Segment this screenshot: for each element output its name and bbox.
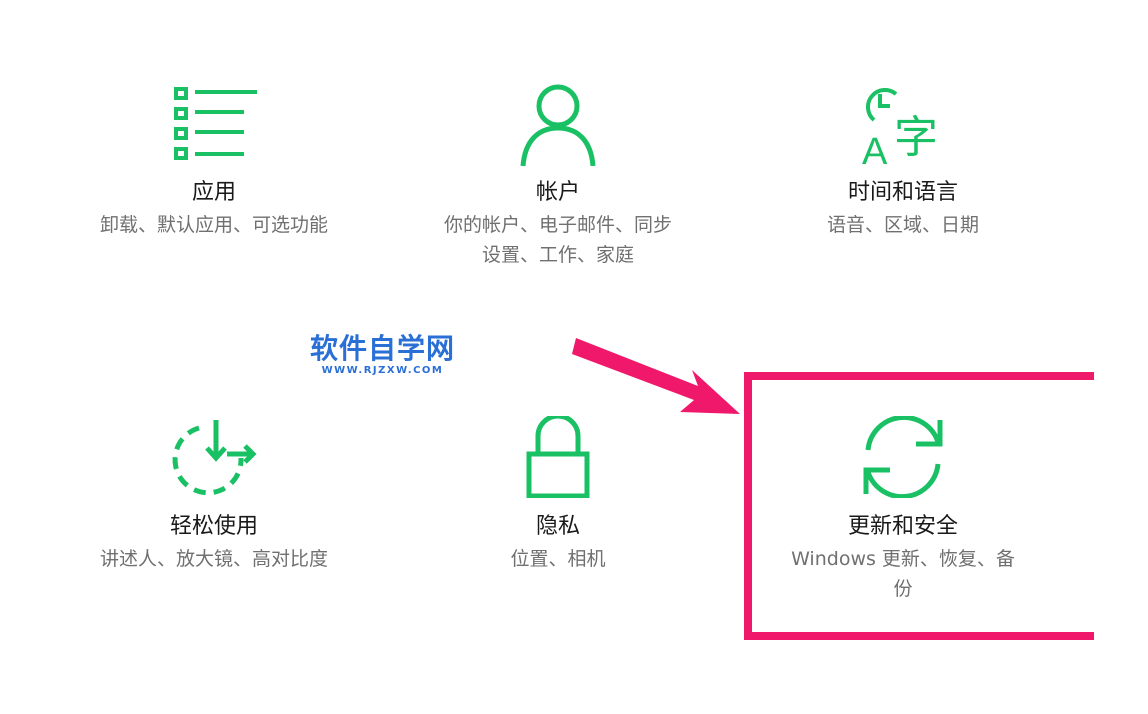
highlight-box <box>744 372 1094 640</box>
settings-tile-apps[interactable]: 应用 卸载、默认应用、可选功能 <box>44 84 384 240</box>
watermark-name: 软件自学网 <box>310 332 456 365</box>
apps-list-icon <box>174 87 257 160</box>
tile-description: 语音、区域、日期 <box>826 214 979 236</box>
tile-title: 时间和语言 <box>847 180 958 205</box>
tile-title: 帐户 <box>535 180 580 205</box>
time-language-icon: A 字 <box>862 88 938 166</box>
pointer-arrow-icon <box>572 338 740 414</box>
tile-description: 讲述人、放大镜、高对比度 <box>99 548 328 570</box>
ease-of-access-icon <box>172 420 257 496</box>
tile-title: 隐私 <box>535 514 580 539</box>
svg-text:字: 字 <box>894 112 938 163</box>
tile-title: 应用 <box>191 180 236 205</box>
tile-description: 你的帐户、电子邮件、同步 <box>443 214 672 236</box>
lock-icon <box>526 416 590 498</box>
tile-title: 轻松使用 <box>169 514 258 539</box>
watermark: 软件自学网 WWW.RJZXW.COM <box>310 333 455 377</box>
tile-description-line2: 设置、工作、家庭 <box>481 244 634 266</box>
settings-tile-accounts[interactable]: 帐户 你的帐户、电子邮件、同步 设置、工作、家庭 <box>388 84 728 270</box>
tile-description: 卸载、默认应用、可选功能 <box>99 214 328 236</box>
svg-text:A: A <box>862 131 888 166</box>
tile-description: 位置、相机 <box>510 548 606 570</box>
person-icon <box>520 84 596 166</box>
settings-tile-privacy[interactable]: 隐私 位置、相机 <box>388 416 728 574</box>
settings-tile-time-language[interactable]: A 字 时间和语言 语音、区域、日期 <box>733 84 1073 240</box>
settings-tile-ease-of-access[interactable]: 轻松使用 讲述人、放大镜、高对比度 <box>44 416 384 574</box>
watermark-url: WWW.RJZXW.COM <box>321 365 444 376</box>
